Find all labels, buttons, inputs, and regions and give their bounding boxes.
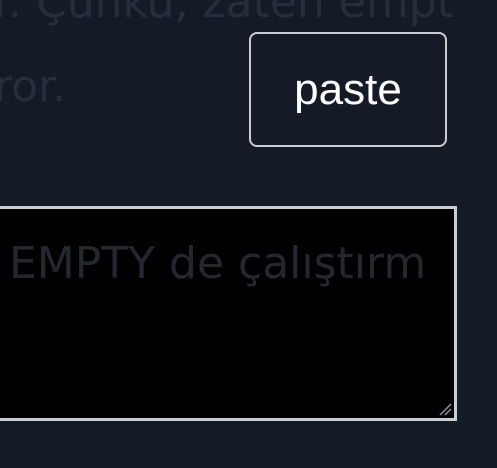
background-text-line-1: r. Çünkü, zaten empt (0, 0, 454, 28)
page: r. Çünkü, zaten empt ror. paste EMPTY de… (0, 0, 497, 468)
text-area-placeholder: EMPTY de çalıştırm (9, 238, 427, 289)
background-text-line-2: ror. (0, 61, 67, 112)
text-input-area[interactable]: EMPTY de çalıştırm (0, 206, 457, 421)
paste-button[interactable]: paste (249, 32, 447, 147)
resize-grip-icon[interactable] (438, 402, 452, 416)
